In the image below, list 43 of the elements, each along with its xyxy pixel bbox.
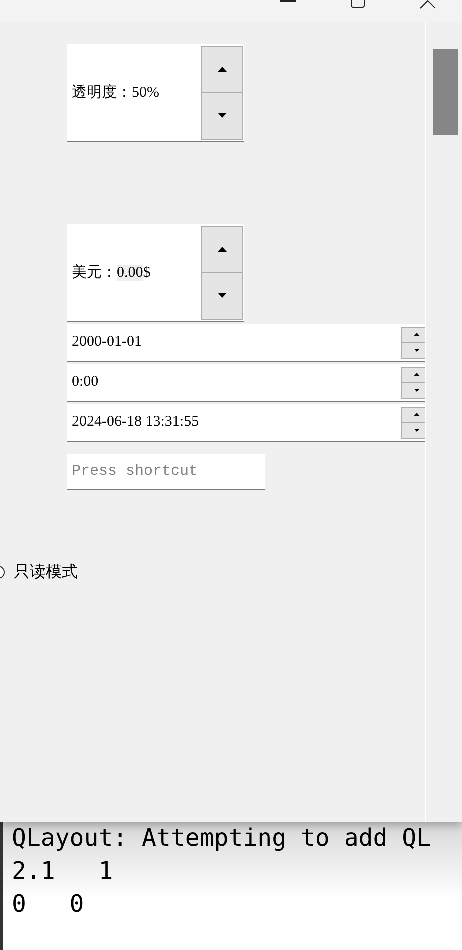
date-time-edit[interactable]: 2000-01-01 xyxy=(67,324,425,362)
spin-up-button[interactable] xyxy=(401,326,425,343)
up-arrow-icon xyxy=(218,66,226,72)
up-arrow-icon xyxy=(414,373,420,376)
spin-box[interactable]: 透明度：50% xyxy=(67,44,244,142)
console-line: 2.1 1 xyxy=(12,856,114,887)
date-time-edit[interactable]: 0:00 xyxy=(67,364,425,402)
spin-up-button[interactable] xyxy=(401,366,425,383)
spin-prefix: 透明度： xyxy=(72,85,132,101)
spin-up-button[interactable] xyxy=(401,406,425,423)
down-arrow-icon xyxy=(218,113,226,118)
spin-down-button[interactable] xyxy=(401,383,425,398)
date-time-edit[interactable]: 2024-06-18 13:31:55 xyxy=(67,404,425,442)
console-line: QLayout: Attempting to add QL xyxy=(12,823,432,854)
down-arrow-icon xyxy=(414,428,420,432)
minimize-icon xyxy=(280,0,296,2)
spin-suffix: $ xyxy=(143,265,151,281)
spin-value: 50 xyxy=(132,85,147,101)
close-icon xyxy=(420,0,436,9)
down-arrow-icon xyxy=(218,293,226,298)
shortcut-field[interactable]: Press shortcut xyxy=(67,454,265,490)
maximize-icon xyxy=(351,0,365,8)
spin-down-button[interactable] xyxy=(401,423,425,438)
down-arrow-icon xyxy=(414,348,420,352)
console-line: 0 0 xyxy=(12,889,84,920)
spin-down-button[interactable] xyxy=(201,273,243,320)
up-arrow-icon xyxy=(414,413,420,416)
spin-up-button[interactable] xyxy=(201,226,243,273)
spin-down-button[interactable] xyxy=(201,93,243,140)
spin-box[interactable]: 美元：0.00$ xyxy=(67,224,244,322)
up-arrow-icon xyxy=(218,246,226,252)
spin-suffix: % xyxy=(147,85,160,101)
spin-down-button[interactable] xyxy=(401,343,425,358)
date-time-value: 0:00 xyxy=(71,374,99,391)
date-time-value: 2000-01-01 xyxy=(71,334,142,351)
spin-prefix: 美元： xyxy=(72,265,117,281)
spin-up-button[interactable] xyxy=(201,46,243,93)
date-time-value: 2024-06-18 13:31:55 xyxy=(71,414,200,431)
spin-value: 0.00 xyxy=(117,265,144,281)
scrollbar-thumb[interactable] xyxy=(433,49,458,135)
up-arrow-icon xyxy=(414,333,420,336)
radio-label: 只读模式 xyxy=(14,562,78,583)
down-arrow-icon xyxy=(414,388,420,392)
